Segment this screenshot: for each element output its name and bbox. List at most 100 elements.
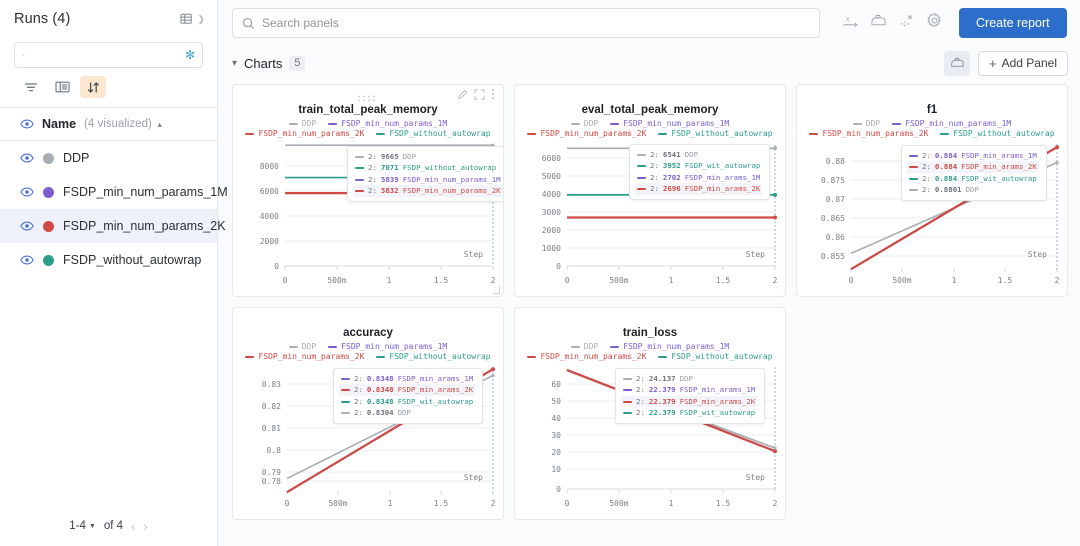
runs-name-header[interactable]: Name (4 visualized) ▴ <box>0 108 217 141</box>
legend-item[interactable]: FSDP_min_num_params_1M <box>328 342 447 351</box>
legend-item[interactable]: FSDP_min_num_params_2K <box>809 129 928 138</box>
panel-search[interactable] <box>232 8 820 38</box>
tooltip-row: 2: 2696 FSDP_min_arams_2K <box>635 183 763 195</box>
chart-panel[interactable]: train_total_peak_memory DDP FSDP_min_num… <box>232 84 504 297</box>
plot-area[interactable]: 0.88 0.875 0.87 0.865 0.86 0.855 0 500m … <box>805 141 1060 287</box>
legend-item[interactable]: FSDP_min_num_params_1M <box>328 119 447 128</box>
x-axis-icon[interactable]: x <box>842 13 859 34</box>
svg-text:1: 1 <box>387 276 392 285</box>
legend-item[interactable]: FSDP_min_num_params_2K <box>527 352 646 361</box>
chart-legend: DDP FSDP_min_num_params_1M FSDP_min_num_… <box>523 119 777 138</box>
legend-item[interactable]: FSDP_min_num_params_1M <box>610 119 729 128</box>
tooltip-value: 2702 <box>662 172 681 182</box>
legend-item[interactable]: FSDP_without_autowrap <box>376 129 491 138</box>
legend-item[interactable]: DDP <box>570 342 598 351</box>
svg-text:1: 1 <box>952 276 957 285</box>
run-color-dot <box>43 186 54 198</box>
chart-panel[interactable]: train_loss DDP FSDP_min_num_params_1M FS… <box>514 307 786 520</box>
columns-icon[interactable] <box>49 76 75 98</box>
legend-item[interactable]: FSDP_min_num_params_2K <box>527 129 646 138</box>
svg-text:1: 1 <box>669 276 674 285</box>
tooltip-value: 0.8801 <box>934 185 962 195</box>
table-columns-icon[interactable]: ❯ <box>180 12 205 26</box>
plot-area[interactable]: 8000 6000 4000 2000 0 0 500m 1 1.5 2 Ste… <box>241 141 503 287</box>
plot-area[interactable]: 0.83 0.82 0.81 0.8 0.79 0.78 0 500m 1 1.… <box>241 364 496 510</box>
tooltip-step: 2: <box>636 385 645 395</box>
chart-legend: DDP FSDP_min_num_params_1M FSDP_min_num_… <box>523 342 777 361</box>
pencil-icon[interactable] <box>457 87 468 105</box>
smoothing-icon[interactable] <box>870 13 887 34</box>
tooltip-series: FSDP_min_arams_2K <box>679 396 756 406</box>
legend-item[interactable]: FSDP_without_autowrap <box>376 352 491 361</box>
eye-icon[interactable] <box>20 221 34 231</box>
tooltip-value: 0.8348 <box>366 374 394 383</box>
magic-wand-icon[interactable]: ✻ <box>185 49 195 61</box>
sort-icon[interactable] <box>80 76 106 98</box>
tooltip-row: 2: 9665 DDP <box>353 151 503 162</box>
run-color-dot <box>43 220 54 232</box>
legend-item[interactable]: DDP <box>570 119 598 128</box>
smoothing-icon[interactable] <box>944 50 971 76</box>
legend-label: FSDP_min_num_params_1M <box>623 342 730 351</box>
svg-text:1.5: 1.5 <box>716 499 731 508</box>
chart-panel[interactable]: accuracy DDP FSDP_min_num_params_1M FSDP… <box>232 307 504 520</box>
chart-panel[interactable]: eval_total_peak_memory DDP FSDP_min_num_… <box>514 84 786 297</box>
plot-area[interactable]: 6000 5000 4000 3000 2000 1000 0 0 500m 1… <box>523 141 778 287</box>
svg-text:2: 2 <box>1055 276 1060 285</box>
legend-label: DDP <box>301 342 317 351</box>
outliers-icon[interactable] <box>898 13 915 34</box>
chart-legend: DDP FSDP_min_num_params_1M FSDP_min_num_… <box>805 119 1059 138</box>
tooltip-value: 9665 <box>380 152 399 161</box>
legend-item[interactable]: DDP <box>852 119 880 128</box>
tooltip-row: 2: 0.884 FSDP_min_arams_2K <box>907 161 1039 173</box>
page-range-select[interactable]: 1-4 ▼ <box>69 520 96 532</box>
prev-page-button[interactable]: ‹ <box>131 519 135 534</box>
legend-item[interactable]: FSDP_min_num_params_1M <box>610 342 729 351</box>
legend-item[interactable]: DDP <box>288 119 316 128</box>
next-page-button[interactable]: › <box>143 519 147 534</box>
run-list-item[interactable]: FSDP_without_autowrap <box>0 243 217 277</box>
tooltip-series: DDP <box>397 408 411 418</box>
svg-text:0: 0 <box>283 276 288 285</box>
filter-icon[interactable] <box>18 76 44 98</box>
chart-panel[interactable]: f1 DDP FSDP_min_num_params_1M FSDP_min_n… <box>796 84 1068 297</box>
chevron-down-icon[interactable]: ▾ <box>232 58 237 69</box>
charts-section-bar: ▾ Charts 5 + Add Panel <box>218 48 1080 78</box>
svg-text:0.87: 0.87 <box>826 195 845 204</box>
run-list-item[interactable]: DDP <box>0 141 217 175</box>
legend-item[interactable]: FSDP_without_autowrap <box>658 352 773 361</box>
plot-area[interactable]: 60 50 40 30 20 10 0 0 500m 1 1.5 2 Step … <box>523 364 778 510</box>
eye-icon[interactable] <box>20 255 34 265</box>
eye-icon[interactable] <box>20 119 34 129</box>
legend-item[interactable]: FSDP_without_autowrap <box>940 129 1055 138</box>
legend-item[interactable]: FSDP_min_num_params_2K <box>245 352 364 361</box>
svg-text:2: 2 <box>491 499 496 508</box>
add-panel-label: Add Panel <box>1001 56 1057 70</box>
legend-item[interactable]: FSDP_min_num_params_1M <box>892 119 1011 128</box>
run-list-item[interactable]: FSDP_min_num_params_2K <box>0 209 226 243</box>
runs-search[interactable]: ✻ <box>14 42 203 68</box>
svg-text:0: 0 <box>565 276 570 285</box>
drag-handle-icon[interactable] <box>357 90 379 108</box>
chart-tooltip: 2: 0.8348 FSDP_min_arams_1M 2: 0.8348 FSDP_m… <box>333 368 484 424</box>
tooltip-series: DDP <box>679 374 693 383</box>
legend-item[interactable]: FSDP_without_autowrap <box>658 129 773 138</box>
legend-item[interactable]: FSDP_min_num_params_2K <box>245 129 364 138</box>
tooltip-value: 22.379 <box>648 385 676 395</box>
eye-icon[interactable] <box>20 187 34 197</box>
run-list-item[interactable]: FSDP_min_num_params_1M <box>0 175 228 209</box>
legend-item[interactable]: DDP <box>288 342 317 351</box>
create-report-button[interactable]: Create report <box>959 8 1067 38</box>
x-axis-label: Step <box>745 250 765 259</box>
runs-search-input[interactable] <box>24 49 185 61</box>
gear-icon[interactable] <box>926 12 943 34</box>
more-vertical-icon[interactable] <box>491 87 495 105</box>
svg-text:2: 2 <box>491 276 496 285</box>
svg-text:1000: 1000 <box>542 244 561 253</box>
sort-caret-icon[interactable]: ▴ <box>158 120 162 129</box>
resize-handle[interactable] <box>493 287 500 294</box>
eye-icon[interactable] <box>20 153 34 163</box>
add-panel-button[interactable]: + Add Panel <box>978 50 1068 76</box>
fullscreen-icon[interactable] <box>474 87 485 105</box>
panel-search-input[interactable] <box>262 16 810 30</box>
